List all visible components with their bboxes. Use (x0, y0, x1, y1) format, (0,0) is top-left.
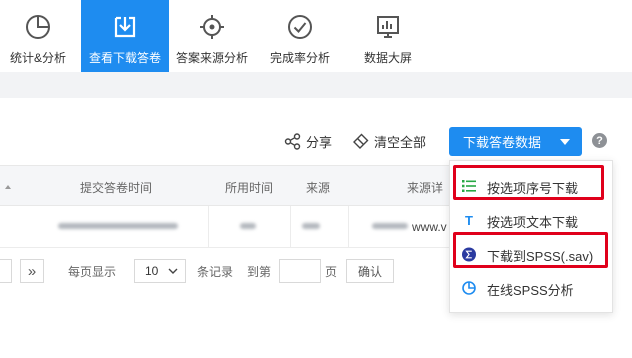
cell-divider (290, 206, 291, 248)
cell-divider (208, 206, 209, 248)
tool-label: 答案来源分析 (175, 51, 248, 65)
top-toolbar: 统计&分析 查看下载答卷 答案来源分析 完成率分析 数据大屏 (0, 0, 632, 72)
tool-completion-rate[interactable]: 完成率分析 (262, 0, 338, 72)
highlight-box-option-number (453, 165, 604, 200)
double-chevron-icon: » (27, 262, 37, 280)
header-source[interactable]: 来源 (306, 179, 330, 196)
pie-chart-icon (23, 12, 53, 42)
records-label: 条记录 (197, 264, 234, 279)
blurred-source-detail (372, 223, 408, 229)
chevron-down-icon (168, 268, 178, 274)
help-icon[interactable]: ? (592, 133, 607, 148)
share-label: 分享 (306, 134, 333, 150)
blurred-time-used (240, 223, 256, 229)
tool-source-analysis[interactable]: 答案来源分析 (172, 0, 252, 72)
menu-item-label: 按选项文本下载 (487, 215, 579, 230)
sort-caret-icon[interactable] (5, 185, 11, 189)
share-icon (284, 132, 301, 150)
monitor-chart-icon (373, 12, 403, 42)
tool-statistics-analysis[interactable]: 统计&分析 (0, 0, 76, 72)
crosshair-icon (197, 12, 227, 42)
tool-label: 完成率分析 (269, 51, 330, 65)
tool-label: 数据大屏 (363, 51, 412, 65)
check-circle-icon (285, 12, 315, 42)
caret-down-icon (560, 139, 570, 145)
highlight-box-spss (453, 232, 608, 268)
confirm-button[interactable]: 确认 (346, 259, 394, 283)
clear-all-button[interactable]: 清空全部 (352, 130, 426, 152)
eraser-icon (353, 133, 369, 149)
clear-all-label: 清空全部 (374, 134, 427, 150)
page-number-input[interactable] (279, 259, 321, 283)
last-page-button[interactable]: » (20, 259, 44, 283)
pie-analysis-icon (462, 281, 476, 295)
source-detail-text: www.v (412, 220, 447, 234)
page-label: 页 (325, 264, 338, 279)
header-source-detail[interactable]: 来源详 (407, 179, 443, 196)
tool-label: 统计&分析 (9, 51, 66, 65)
confirm-label: 确认 (357, 264, 382, 279)
download-data-label: 下载答卷数据 (463, 135, 542, 150)
per-page-value: 10 (145, 264, 159, 278)
table-header: 提交答卷时间 所用时间 来源 来源详 (0, 165, 450, 206)
goto-label: 到第 (247, 264, 272, 279)
download-icon (110, 12, 140, 42)
per-page-select[interactable]: 10 (134, 259, 186, 283)
header-submit-time[interactable]: 提交答卷时间 (80, 179, 152, 196)
cell-divider (348, 206, 349, 248)
menu-item-label: 在线SPSS分析 (487, 283, 574, 298)
menu-item-online-spss-analysis[interactable]: 在线SPSS分析 (450, 271, 614, 305)
blurred-submit-time (58, 223, 178, 229)
prev-page-button[interactable] (0, 259, 12, 283)
tool-view-download-responses[interactable]: 查看下载答卷 (81, 0, 169, 72)
tool-data-dashboard[interactable]: 数据大屏 (350, 0, 426, 72)
share-button[interactable]: 分享 (284, 130, 332, 152)
tool-label: 查看下载答卷 (88, 51, 161, 65)
per-page-label: 每页显示 (68, 264, 117, 279)
text-T-icon: T (465, 212, 473, 228)
blurred-source (302, 223, 320, 229)
section-divider (0, 72, 632, 98)
download-data-button[interactable]: 下载答卷数据 (449, 127, 582, 156)
header-time-used[interactable]: 所用时间 (225, 179, 273, 196)
